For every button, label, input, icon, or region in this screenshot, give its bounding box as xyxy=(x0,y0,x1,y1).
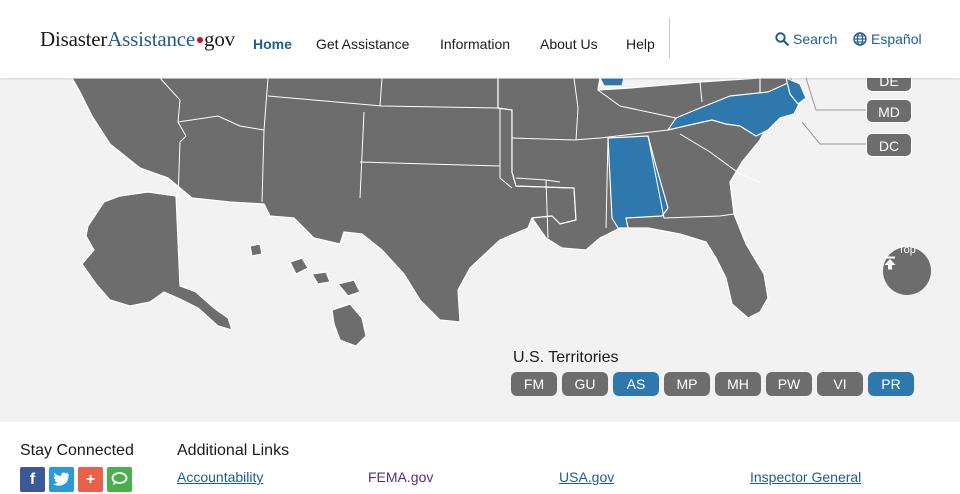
link-usa-gov[interactable]: USA.gov xyxy=(559,469,614,485)
nav-information[interactable]: Information xyxy=(440,36,510,52)
nav-divider xyxy=(669,18,670,58)
territory-button-mh[interactable]: MH xyxy=(715,372,761,396)
territory-button-pr[interactable]: PR xyxy=(868,372,914,396)
additional-links-heading: Additional Links xyxy=(177,442,290,459)
site-logo[interactable]: DisasterAssistance gov xyxy=(40,27,235,52)
callout-lines xyxy=(801,78,866,145)
logo-dot-icon xyxy=(197,37,204,44)
back-to-top-label: Top xyxy=(898,244,916,256)
back-to-top-button[interactable]: Top xyxy=(883,244,931,295)
state-button-de[interactable]: DE xyxy=(866,78,912,92)
link-fema-gov[interactable]: FEMA.gov xyxy=(368,469,433,485)
facebook-icon[interactable]: f xyxy=(20,467,45,492)
territory-button-mp[interactable]: MP xyxy=(664,372,710,396)
twitter-icon[interactable] xyxy=(49,467,74,492)
stay-connected-heading: Stay Connected xyxy=(20,442,134,459)
globe-icon xyxy=(853,32,867,46)
territory-button-as[interactable]: AS xyxy=(613,372,659,396)
territory-button-vi[interactable]: VI xyxy=(817,372,863,396)
nav-help[interactable]: Help xyxy=(626,36,655,52)
territory-button-pw[interactable]: PW xyxy=(766,372,812,396)
search-icon xyxy=(775,32,789,46)
language-label: Español xyxy=(871,31,922,47)
link-accountability[interactable]: Accountability xyxy=(177,469,263,485)
nav-about-us[interactable]: About Us xyxy=(540,36,598,52)
arrow-up-icon xyxy=(884,256,896,270)
link-inspector-general[interactable]: Inspector General xyxy=(750,469,861,485)
site-header: DisasterAssistance gov Home Get Assistanc… xyxy=(0,0,960,78)
logo-text-assistance: Assistance xyxy=(107,27,196,51)
logo-text-gov: gov xyxy=(204,27,235,51)
site-footer: Stay Connected Additional Links f + Acco… xyxy=(0,422,960,492)
chat-icon[interactable] xyxy=(107,467,132,492)
nav-home[interactable]: Home xyxy=(253,36,292,52)
search-label: Search xyxy=(793,31,838,47)
disaster-map: DE MD DC Top U.S. Territories FM GU AS M… xyxy=(0,78,960,422)
territories-title: U.S. Territories xyxy=(513,349,619,366)
territory-button-gu[interactable]: GU xyxy=(562,372,608,396)
state-button-md[interactable]: MD xyxy=(866,99,912,123)
territory-button-fm[interactable]: FM xyxy=(511,372,557,396)
add-share-icon[interactable]: + xyxy=(78,467,103,492)
nav-get-assistance[interactable]: Get Assistance xyxy=(316,36,409,52)
search-link[interactable]: Search xyxy=(775,31,837,47)
state-button-dc[interactable]: DC xyxy=(866,133,912,157)
logo-text-disaster: Disaster xyxy=(40,27,108,51)
language-link[interactable]: Español xyxy=(853,31,922,47)
